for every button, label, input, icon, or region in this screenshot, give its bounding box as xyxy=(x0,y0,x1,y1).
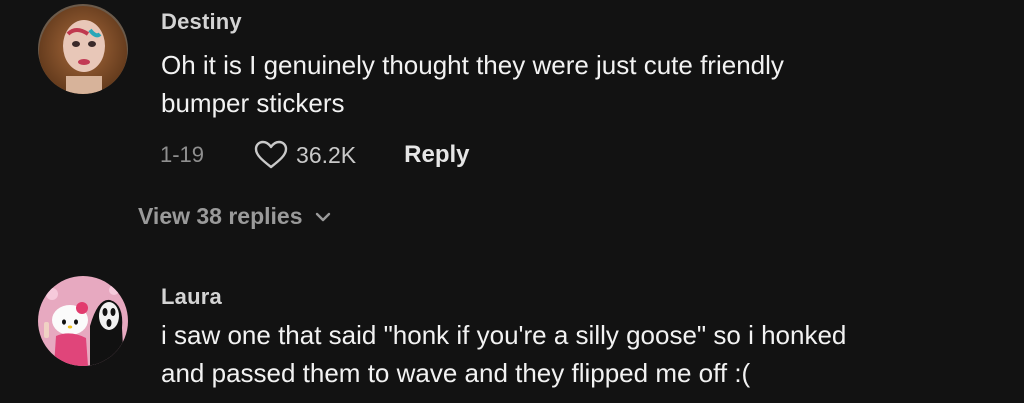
avatar[interactable] xyxy=(38,4,128,94)
comment-text-line: and passed them to wave and they flipped… xyxy=(161,358,751,388)
chevron-down-icon xyxy=(315,212,330,221)
comment-date: 1-19 xyxy=(160,142,205,167)
comment-username[interactable]: Destiny xyxy=(161,9,242,35)
reply-button[interactable]: Reply xyxy=(404,141,469,169)
comment-text: i saw one that said "honk if you're a si… xyxy=(161,316,1011,392)
avatar-image xyxy=(38,276,128,366)
avatar-image xyxy=(38,4,128,94)
comment-text: Oh it is I genuinely thought they were j… xyxy=(161,46,1011,122)
like-count: 36.2K xyxy=(296,141,357,168)
view-replies-label: View 38 replies xyxy=(138,203,303,229)
comment-username[interactable]: Laura xyxy=(161,284,222,310)
like-button[interactable]: 36.2K xyxy=(254,140,356,170)
heart-outline-icon xyxy=(254,140,288,169)
comment-meta: 1-19 36.2K Reply xyxy=(160,135,470,175)
view-replies-button[interactable]: View 38 replies xyxy=(138,203,331,230)
comment-text-line: i saw one that said "honk if you're a si… xyxy=(161,320,847,350)
avatar[interactable] xyxy=(38,276,128,366)
comment-text-line: Oh it is I genuinely thought they were j… xyxy=(161,50,784,80)
comment-text-line: bumper stickers xyxy=(161,88,345,118)
